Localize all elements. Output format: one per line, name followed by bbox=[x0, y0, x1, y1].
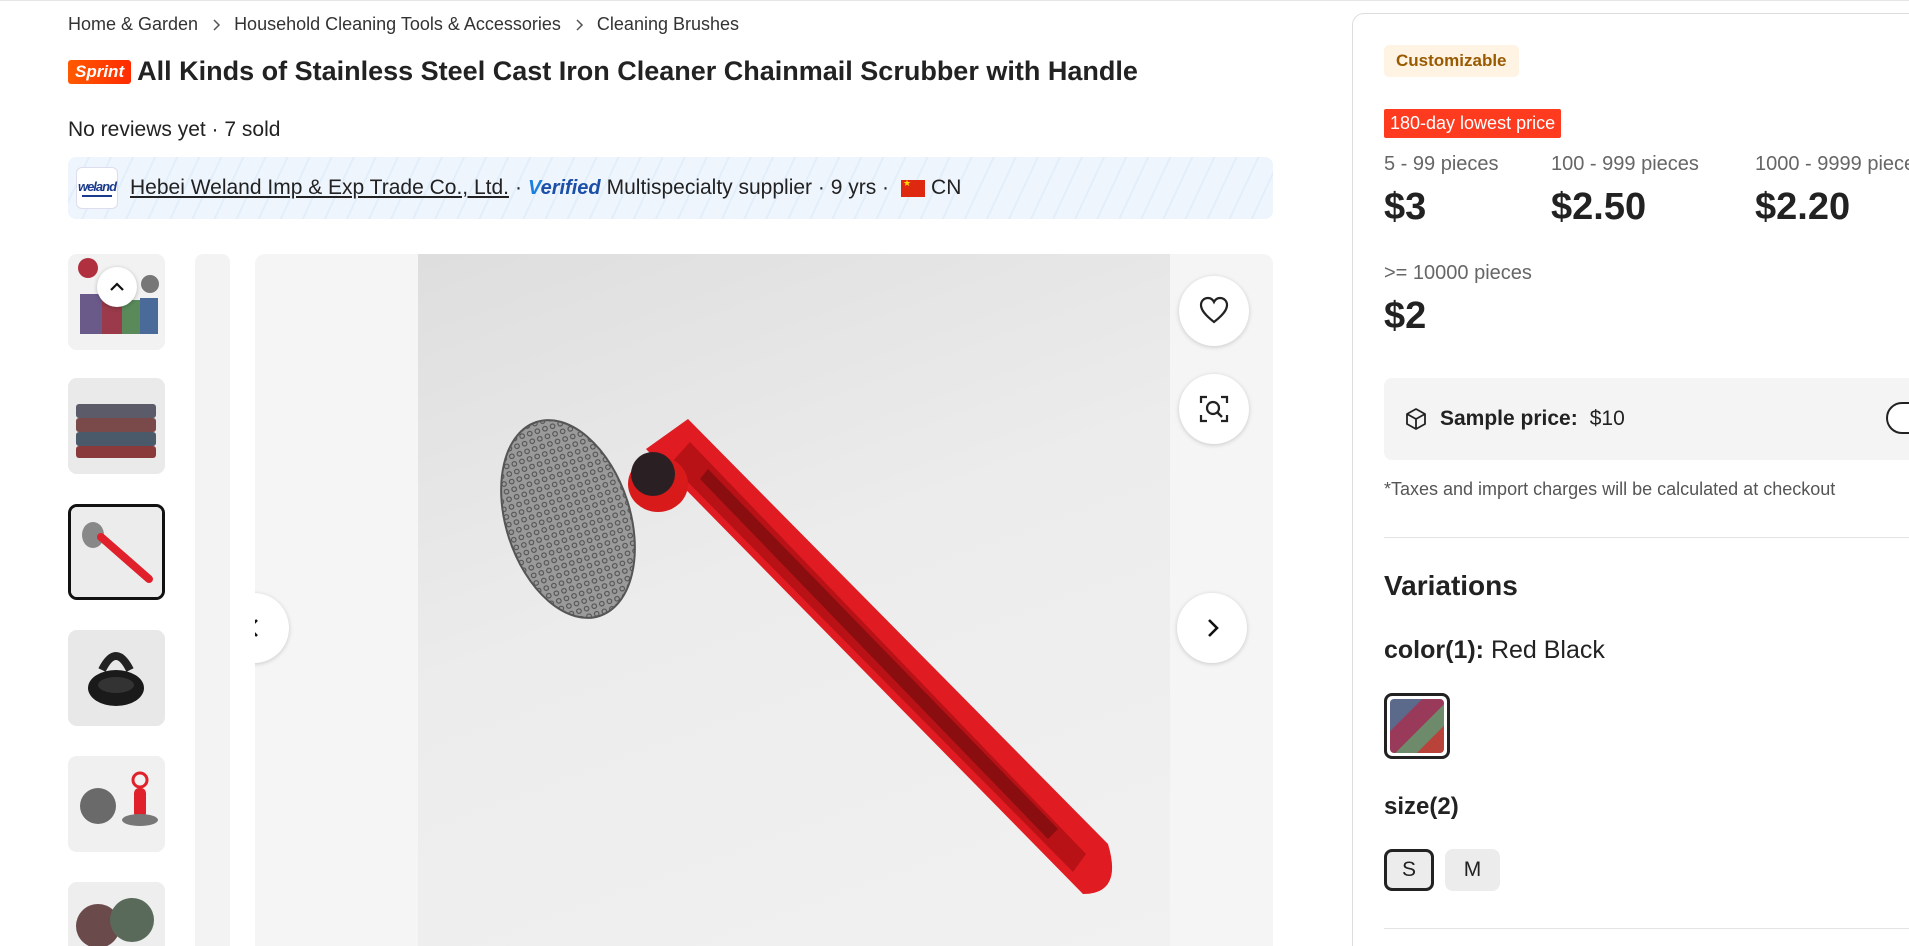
image-search-button[interactable] bbox=[1179, 374, 1249, 444]
china-flag-icon bbox=[901, 178, 926, 197]
thumbnail-3-selected[interactable] bbox=[68, 504, 165, 600]
separator-dot: · bbox=[514, 176, 522, 199]
supplier-bar: weland Hebei Weland Imp & Exp Trade Co.,… bbox=[68, 157, 1273, 219]
sample-price-label: Sample price: bbox=[1440, 407, 1578, 430]
size-option-s[interactable]: S bbox=[1384, 849, 1434, 891]
tier-quantity: 1000 - 9999 pieces bbox=[1755, 153, 1909, 175]
lowest-price-badge: 180-day lowest price bbox=[1384, 109, 1562, 138]
supplier-logo[interactable]: weland bbox=[76, 167, 118, 209]
thumbnail-5[interactable] bbox=[68, 756, 165, 852]
chevron-right-icon bbox=[573, 18, 585, 31]
next-image-button[interactable] bbox=[1177, 593, 1247, 663]
size-option-m[interactable]: M bbox=[1445, 849, 1500, 891]
breadcrumb-household-cleaning[interactable]: Household Cleaning Tools & Accessories bbox=[234, 14, 561, 35]
variations-title: Variations bbox=[1384, 570, 1518, 601]
divider bbox=[1384, 928, 1909, 929]
breadcrumb: Home & Garden Household Cleaning Tools &… bbox=[68, 14, 739, 35]
top-border bbox=[0, 0, 1909, 1]
thumbnail-2[interactable] bbox=[68, 378, 165, 474]
size-label: size(2) bbox=[1384, 793, 1459, 820]
sample-price-box: Sample price: $10 bbox=[1384, 378, 1909, 460]
thumbnails-scroll-up-button[interactable] bbox=[97, 267, 137, 307]
tier-price: $2.50 bbox=[1551, 186, 1647, 228]
sprint-badge: Sprint bbox=[68, 59, 132, 84]
tax-note: *Taxes and import charges will be calcul… bbox=[1384, 479, 1836, 499]
tier-quantity: 5 - 99 pieces bbox=[1384, 153, 1499, 175]
price-tier-3: 1000 - 9999 pieces $2.20 bbox=[1755, 153, 1909, 229]
breadcrumb-cleaning-brushes[interactable]: Cleaning Brushes bbox=[597, 14, 739, 35]
breadcrumb-home-garden[interactable]: Home & Garden bbox=[68, 14, 198, 35]
chevron-right-icon bbox=[210, 18, 222, 31]
supplier-name-link[interactable]: Hebei Weland Imp & Exp Trade Co., Ltd. bbox=[130, 176, 509, 200]
customizable-badge: Customizable bbox=[1384, 45, 1519, 77]
chevron-up-icon bbox=[110, 282, 124, 291]
thumbnail-6[interactable] bbox=[68, 882, 165, 946]
tier-quantity: 100 - 999 pieces bbox=[1551, 153, 1699, 175]
heart-icon bbox=[1199, 296, 1229, 324]
color-swatch-red-black[interactable] bbox=[1384, 693, 1450, 759]
price-tier-2: 100 - 999 pieces $2.50 bbox=[1551, 153, 1699, 229]
previous-image-button[interactable] bbox=[255, 593, 289, 663]
page-title: All Kinds of Stainless Steel Cast Iron C… bbox=[137, 56, 1138, 86]
chevron-right-icon bbox=[1208, 619, 1219, 637]
reviews-summary: No reviews yet · 7 sold bbox=[68, 118, 281, 141]
favorite-button[interactable] bbox=[1179, 276, 1249, 346]
color-selection-label: color(1): Red Black bbox=[1384, 636, 1605, 664]
tier-price: $2 bbox=[1384, 295, 1427, 337]
product-photo bbox=[418, 254, 1170, 946]
gallery-side-strip bbox=[195, 254, 230, 946]
main-product-image[interactable] bbox=[255, 254, 1273, 946]
sample-toggle[interactable] bbox=[1886, 402, 1909, 434]
image-search-icon bbox=[1199, 395, 1229, 423]
price-tier-4: >= 10000 pieces $2 bbox=[1384, 262, 1532, 338]
box-icon bbox=[1406, 408, 1426, 430]
chevron-left-icon bbox=[255, 619, 258, 637]
sample-price-value: $10 bbox=[1589, 407, 1625, 430]
tier-price: $3 bbox=[1384, 186, 1427, 228]
thumbnail-4[interactable] bbox=[68, 630, 165, 726]
price-tier-1: 5 - 99 pieces $3 bbox=[1384, 153, 1499, 229]
divider bbox=[1384, 537, 1909, 538]
title-row: Sprint All Kinds of Stainless Steel Cast… bbox=[68, 56, 1138, 87]
tier-quantity: >= 10000 pieces bbox=[1384, 262, 1532, 284]
supplier-details: Multispecialty supplier · 9 yrs · bbox=[606, 176, 890, 199]
supplier-country: CN bbox=[931, 176, 962, 199]
tier-price: $2.20 bbox=[1755, 186, 1851, 228]
verified-badge: Verified bbox=[527, 176, 601, 199]
